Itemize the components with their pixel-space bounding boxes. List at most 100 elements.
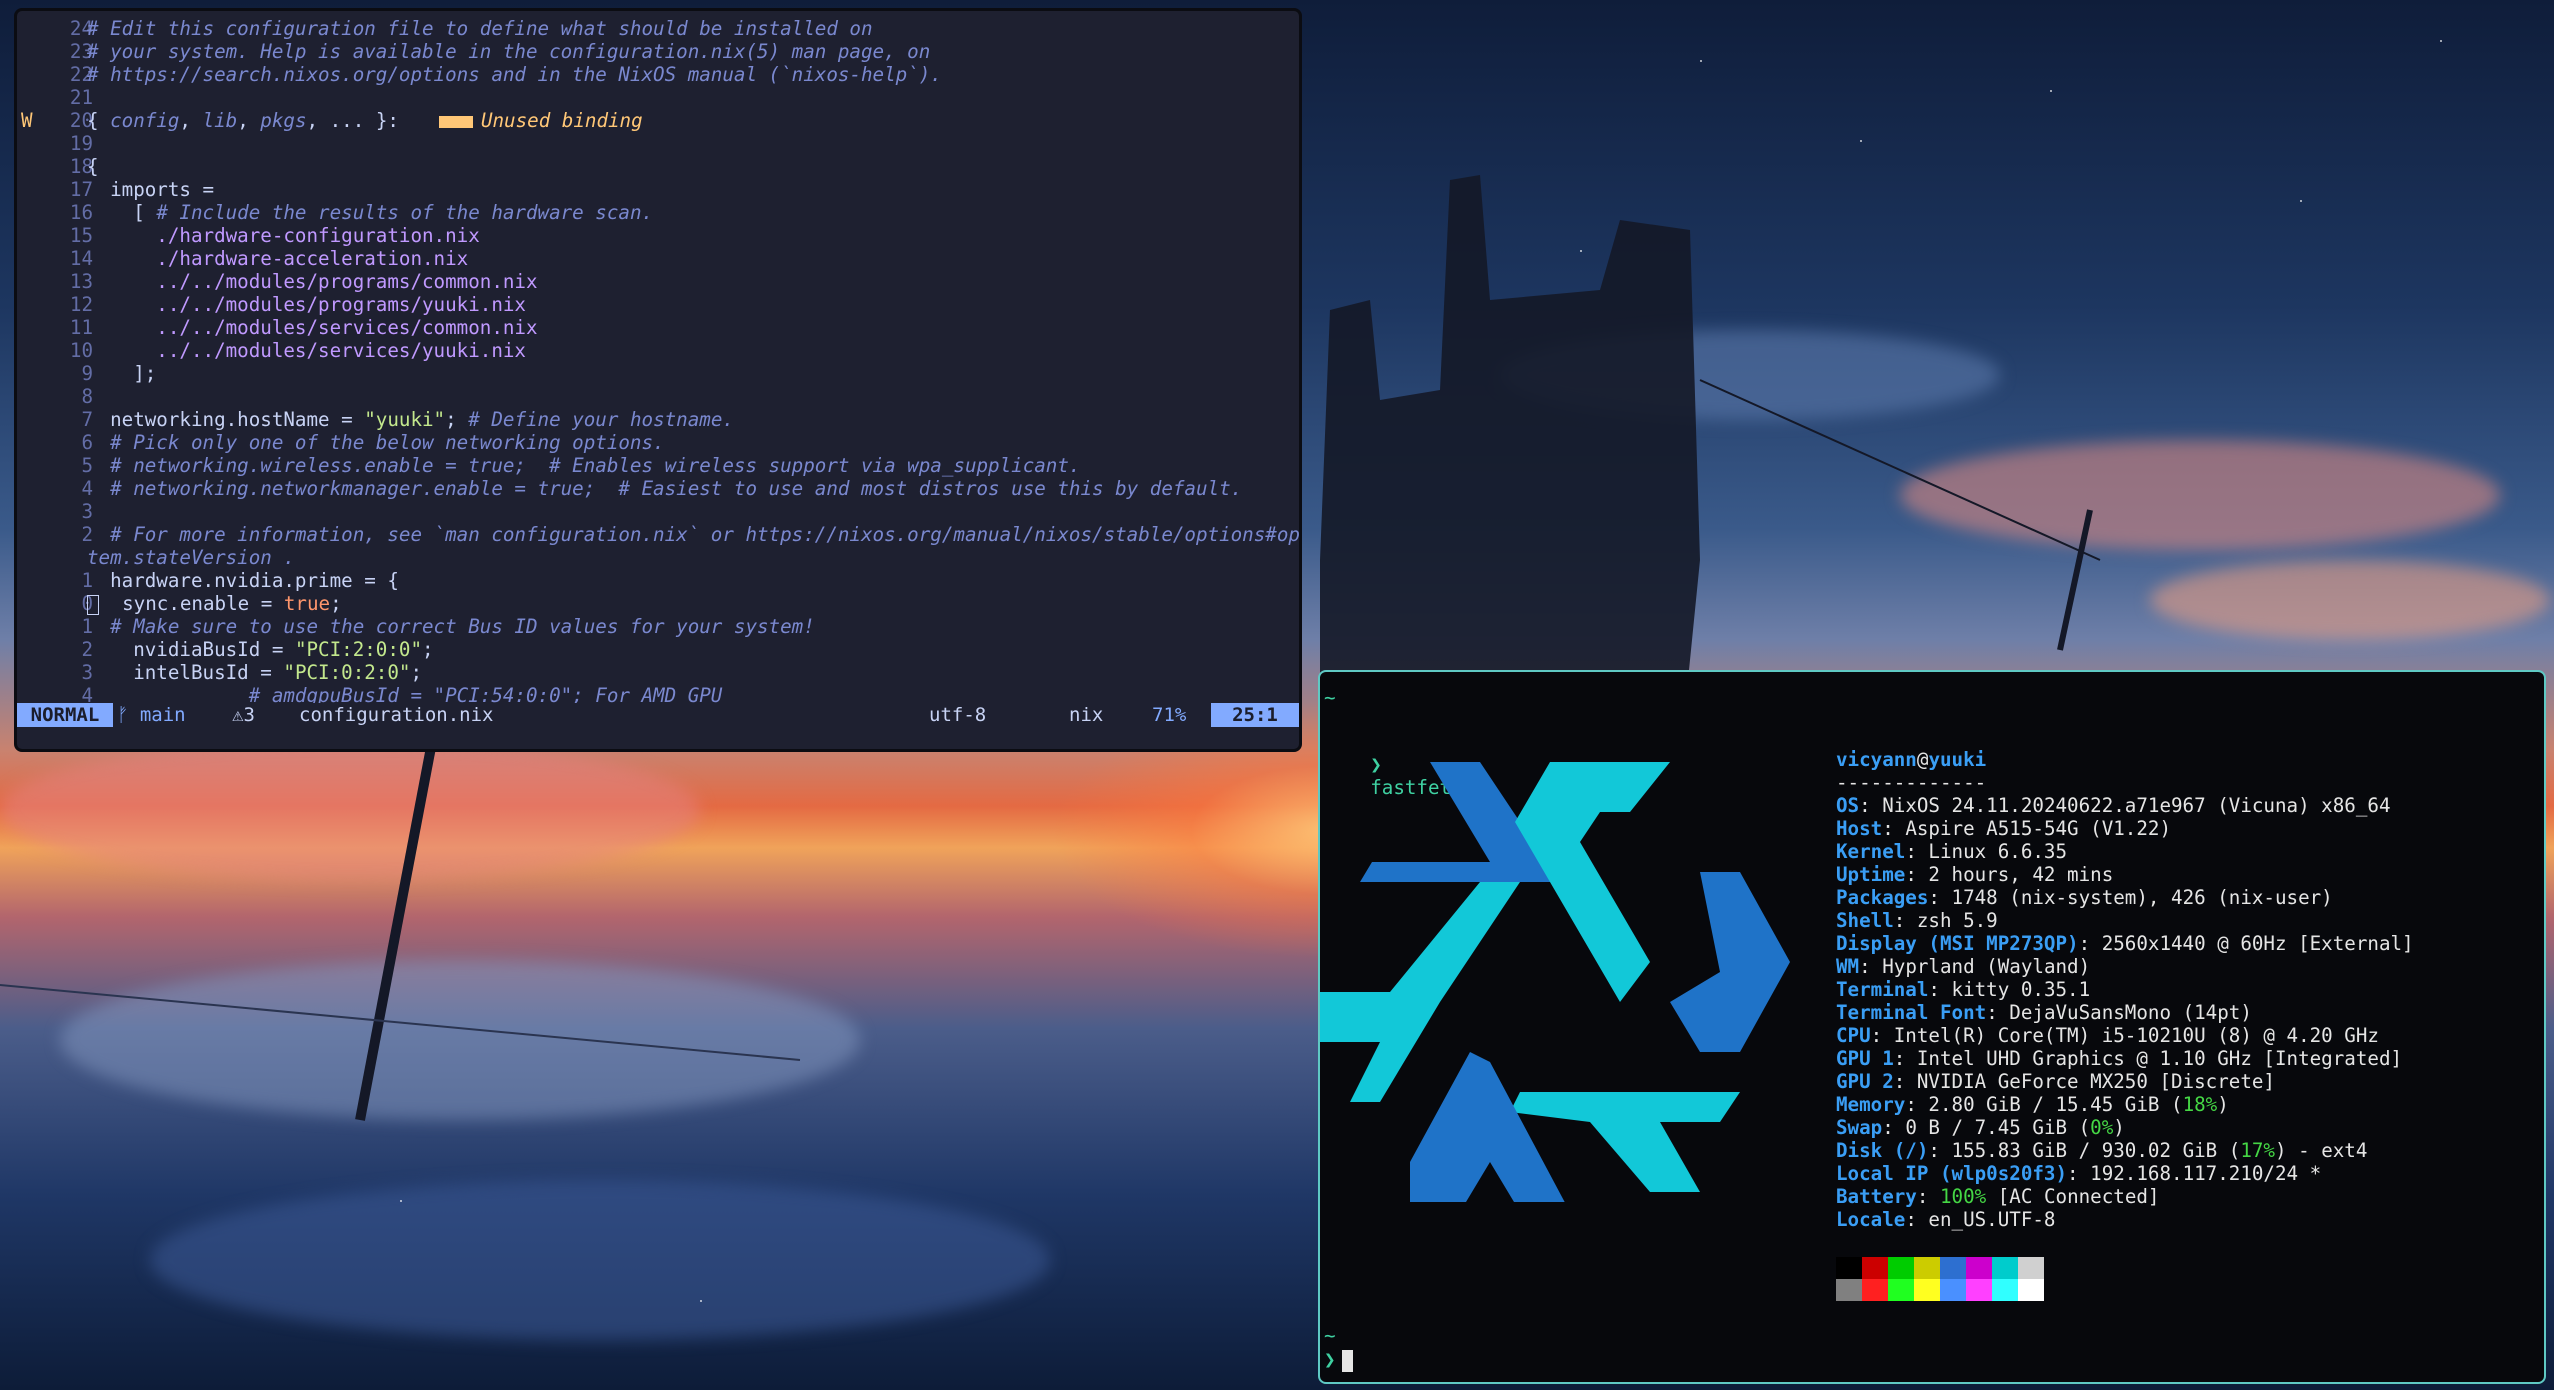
code-line[interactable]: 23 # your system. Help is available in th… <box>17 40 1299 63</box>
code-line[interactable]: 3 <box>17 500 1299 523</box>
sign-column: W <box>21 109 33 132</box>
info-value: : Hyprland (Wayland) <box>1859 955 2091 978</box>
line-text: tem.stateVersion . <box>87 546 295 569</box>
info-row: Memory: 2.80 GiB / 15.45 GiB (18%) <box>1836 1093 2414 1116</box>
code-token: "PCI:0:2:0" <box>283 661 411 684</box>
info-row: Disk (/): 155.83 GiB / 930.02 GiB (17%) … <box>1836 1139 2414 1162</box>
code-token: "yuuki" <box>364 408 446 431</box>
line-text: ../../modules/programs/yuuki.nix <box>87 293 526 316</box>
info-key: Battery <box>1836 1185 1917 1208</box>
line-number: 5 <box>81 454 93 477</box>
diagnostics-count: ⚠3 <box>232 704 255 726</box>
line-number: 0 <box>81 592 93 615</box>
code-line[interactable]: 17 imports = <box>17 178 1299 201</box>
line-text: # networking.wireless.enable = true; # E… <box>87 454 1080 477</box>
code-token: lib <box>202 109 238 132</box>
code-line[interactable]: 0 sync.enable = true; <box>17 592 1299 615</box>
code-token: , <box>179 109 203 132</box>
info-row: Packages: 1748 (nix-system), 426 (nix-us… <box>1836 886 2414 909</box>
palette-swatch <box>1888 1257 1914 1279</box>
code-line[interactable]: 21 <box>17 86 1299 109</box>
info-key: Local IP (wlp0s20f3) <box>1836 1162 2068 1185</box>
prompt-symbol-2: ❯ <box>1324 1348 1336 1371</box>
info-key: GPU 2 <box>1836 1070 1894 1093</box>
code-token: ; <box>422 638 434 661</box>
info-value: : en_US.UTF-8 <box>1905 1208 2056 1231</box>
palette-swatch <box>1966 1257 1992 1279</box>
system-info: vicyann@yuuki ------------- OS: NixOS 24… <box>1836 748 2414 1231</box>
info-key: Terminal Font <box>1836 1001 1987 1024</box>
palette-swatch <box>2018 1257 2044 1279</box>
terminal-window[interactable]: ~ ❯ fastfetch vicyann@yuuki ------------… <box>1318 670 2546 1384</box>
scroll-percent: 71% <box>1152 704 1187 726</box>
code-token: ../../modules/services/yuuki.nix <box>87 339 526 362</box>
code-line[interactable]: 4 # networking.networkmanager.enable = t… <box>17 477 1299 500</box>
palette-swatch <box>1836 1279 1862 1301</box>
code-line[interactable]: 10 ../../modules/services/yuuki.nix <box>17 339 1299 362</box>
info-value: : Aspire A515-54G (V1.22) <box>1882 817 2172 840</box>
code-line[interactable]: 15 ./hardware-configuration.nix <box>17 224 1299 247</box>
code-line[interactable]: 9 ]; <box>17 362 1299 385</box>
code-line[interactable]: 2 nvidiaBusId = "PCI:2:0:0"; <box>17 638 1299 661</box>
code-token: # your system. Help is available in the … <box>87 40 931 63</box>
info-row: Terminal: kitty 0.35.1 <box>1836 978 2414 1001</box>
code-line[interactable]: 16 [ # Include the results of the hardwa… <box>17 201 1299 224</box>
code-token: true <box>283 592 331 615</box>
line-text: # Pick only one of the below networking … <box>87 431 665 454</box>
code-line[interactable]: 2 # For more information, see `man confi… <box>17 523 1299 546</box>
code-token: ./hardware-acceleration.nix <box>87 247 469 270</box>
code-token: { <box>87 109 111 132</box>
code-area[interactable]: 24 # Edit this configuration file to defi… <box>17 17 1299 707</box>
code-line[interactable]: 7 networking.hostName = "yuuki"; # Defin… <box>17 408 1299 431</box>
code-line[interactable]: 5 # networking.wireless.enable = true; #… <box>17 454 1299 477</box>
info-value: : 155.83 GiB / 930.02 GiB ( <box>1928 1139 2241 1162</box>
code-line[interactable]: 13 ../../modules/programs/common.nix <box>17 270 1299 293</box>
info-row: GPU 1: Intel UHD Graphics @ 1.10 GHz [In… <box>1836 1047 2414 1070</box>
line-number: 8 <box>81 385 93 408</box>
code-line[interactable]: 1 hardware.nvidia.prime = { <box>17 569 1299 592</box>
line-number: 4 <box>81 477 93 500</box>
line-text: ../../modules/programs/common.nix <box>87 270 537 293</box>
code-line[interactable]: 1 # Make sure to use the correct Bus ID … <box>17 615 1299 638</box>
info-key: Swap <box>1836 1116 1883 1139</box>
palette-swatch <box>1940 1257 1966 1279</box>
line-text: ]; <box>87 362 156 385</box>
code-line[interactable]: 19 <box>17 132 1299 155</box>
line-number: 24 <box>69 17 93 40</box>
line-number: 2 <box>81 523 93 546</box>
code-token: ../../modules/programs/yuuki.nix <box>87 293 526 316</box>
info-row: GPU 2: NVIDIA GeForce MX250 [Discrete] <box>1836 1070 2414 1093</box>
line-text: sync.enable = true; <box>87 592 342 615</box>
code-line[interactable]: tem.stateVersion . <box>17 546 1299 569</box>
code-line[interactable]: 22 # https://search.nixos.org/options and… <box>17 63 1299 86</box>
editor-window[interactable]: 24 # Edit this configuration file to defi… <box>14 8 1302 752</box>
code-line[interactable]: 6 # Pick only one of the below networkin… <box>17 431 1299 454</box>
code-line[interactable]: 11 ../../modules/services/common.nix <box>17 316 1299 339</box>
line-text: # your system. Help is available in the … <box>87 40 930 63</box>
code-token: nvidiaBusId = <box>87 638 295 661</box>
info-key: Locale <box>1836 1208 1906 1231</box>
info-key: Uptime <box>1836 863 1906 886</box>
info-value: : Linux 6.6.35 <box>1905 840 2068 863</box>
code-line[interactable]: W 20{ config, lib, pkgs, ... }: Unused bin… <box>17 109 1299 132</box>
line-number: 20 <box>69 109 93 132</box>
code-line[interactable]: 8 <box>17 385 1299 408</box>
logo-lambda-arm <box>1670 872 1790 1052</box>
code-line[interactable]: 18{ <box>17 155 1299 178</box>
info-key: Shell <box>1836 909 1894 932</box>
file-name: configuration.nix <box>299 704 494 726</box>
line-number: 2 <box>81 638 93 661</box>
file-type: nix <box>1069 704 1104 726</box>
info-value: : <box>1916 1185 1940 1208</box>
code-line[interactable]: 24 # Edit this configuration file to defi… <box>17 17 1299 40</box>
code-line[interactable]: 12 ../../modules/programs/yuuki.nix <box>17 293 1299 316</box>
code-line[interactable]: 3 intelBusId = "PCI:0:2:0"; <box>17 661 1299 684</box>
info-key: CPU <box>1836 1024 1871 1047</box>
code-token: pkgs <box>260 109 307 132</box>
info-row: Shell: zsh 5.9 <box>1836 909 2414 932</box>
info-value: : kitty 0.35.1 <box>1928 978 2091 1001</box>
code-token: intelBusId = <box>87 661 284 684</box>
code-line[interactable]: 14 ./hardware-acceleration.nix <box>17 247 1299 270</box>
code-token: ; <box>330 592 342 615</box>
code-token: # Include the results of the hardware sc… <box>156 201 654 224</box>
